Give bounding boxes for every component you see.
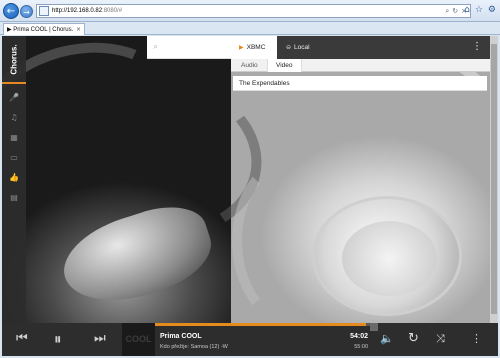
previous-icon[interactable]: ⏮ [16,331,28,347]
thumbs-up-icon[interactable]: 👍 [2,171,26,185]
app-viewport: Chorus. 🎤 ♫ ▦ ▭ 👍 ▤ ⌕ ▶ XBMC ⊖ Local ⋮ A… [2,36,498,356]
browser-tab-bar: ▶ Prima COOL | Chorus. × [0,22,500,35]
tab-video[interactable]: Video [267,59,302,72]
shuffle-icon[interactable]: ⤨ [436,332,445,346]
elapsed-time: 54:02 [350,333,368,340]
tab-xbmc[interactable]: ▶ XBMC [231,36,277,59]
progress-handle[interactable] [370,323,378,331]
page-scrollbar[interactable] [490,36,498,323]
progress-fill [155,323,366,326]
total-time: 55:00 [354,344,368,350]
scrollbar-thumb[interactable] [491,44,497,314]
browser-tab[interactable]: ▶ Prima COOL | Chorus. × [3,23,85,35]
close-icon[interactable]: × [76,26,81,33]
refresh-icon[interactable]: ↻ [452,7,458,16]
now-playing-title: Prima COOL [160,333,202,340]
playlist-panel: ▶ XBMC ⊖ Local ⋮ Audio Video The Expenda… [231,36,490,96]
pause-icon[interactable]: ⏸ [54,331,62,347]
now-playing-thumbnail: COOL [122,323,155,356]
left-nav: Chorus. 🎤 ♫ ▦ ▭ 👍 ▤ [2,36,26,323]
repeat-icon[interactable]: ↻ [408,332,419,346]
address-bar[interactable]: http://192.168.0.82:8080/# ⌕ ↻ × [36,4,471,18]
browser-toolbar: ← → http://192.168.0.82:8080/# ⌕ ↻ × ⌂ ☆… [0,0,500,22]
now-playing-subtitle: Kdo přežije: Samoa (12) -W [160,344,228,350]
address-url[interactable]: http://192.168.0.82:8080/# [52,8,445,14]
film-icon[interactable]: ▦ [2,131,26,145]
tab-local[interactable]: ⊖ Local [278,36,318,59]
favorites-star-icon[interactable]: ☆ [475,5,483,15]
microphone-icon[interactable]: 🎤 [2,91,26,105]
more-vertical-icon[interactable]: ⋮ [472,41,482,52]
brand-logo[interactable]: Chorus. [2,36,26,84]
music-note-icon[interactable]: ♫ [2,111,26,125]
panel-tab-bar: ▶ XBMC ⊖ Local ⋮ [231,36,490,59]
home-icon[interactable]: ⌂ [464,5,470,15]
more-vertical-icon[interactable]: ⋮ [471,332,482,346]
search-icon: ⌕ [153,42,159,52]
list-icon[interactable]: ▤ [2,191,26,205]
search-icon[interactable]: ⌕ [445,7,449,16]
playlist-item-title: The Expendables [239,80,290,87]
next-icon[interactable]: ⏭ [94,331,106,347]
settings-gear-icon[interactable]: ⚙ [488,5,496,15]
progress-bar[interactable] [155,323,370,326]
tab-title: ▶ Prima COOL | Chorus. [7,27,73,33]
page-favicon-icon [39,6,49,16]
tv-icon[interactable]: ▭ [2,151,26,165]
forward-arrow-icon[interactable]: → [20,5,33,18]
player-bar: ⏮ ⏸ ⏭ COOL Prima COOL Kdo přežije: Samoa… [2,323,498,356]
media-sub-tabs: Audio Video [231,59,490,72]
tab-audio[interactable]: Audio [233,59,266,72]
search-input[interactable]: ⌕ [147,36,231,59]
browser-icon: ⊖ [286,44,292,51]
list-item[interactable]: The Expendables [233,76,487,91]
volume-icon[interactable]: 🔈 [380,332,394,346]
play-triangle-icon: ▶ [239,44,244,51]
back-arrow-icon[interactable]: ← [3,3,19,19]
